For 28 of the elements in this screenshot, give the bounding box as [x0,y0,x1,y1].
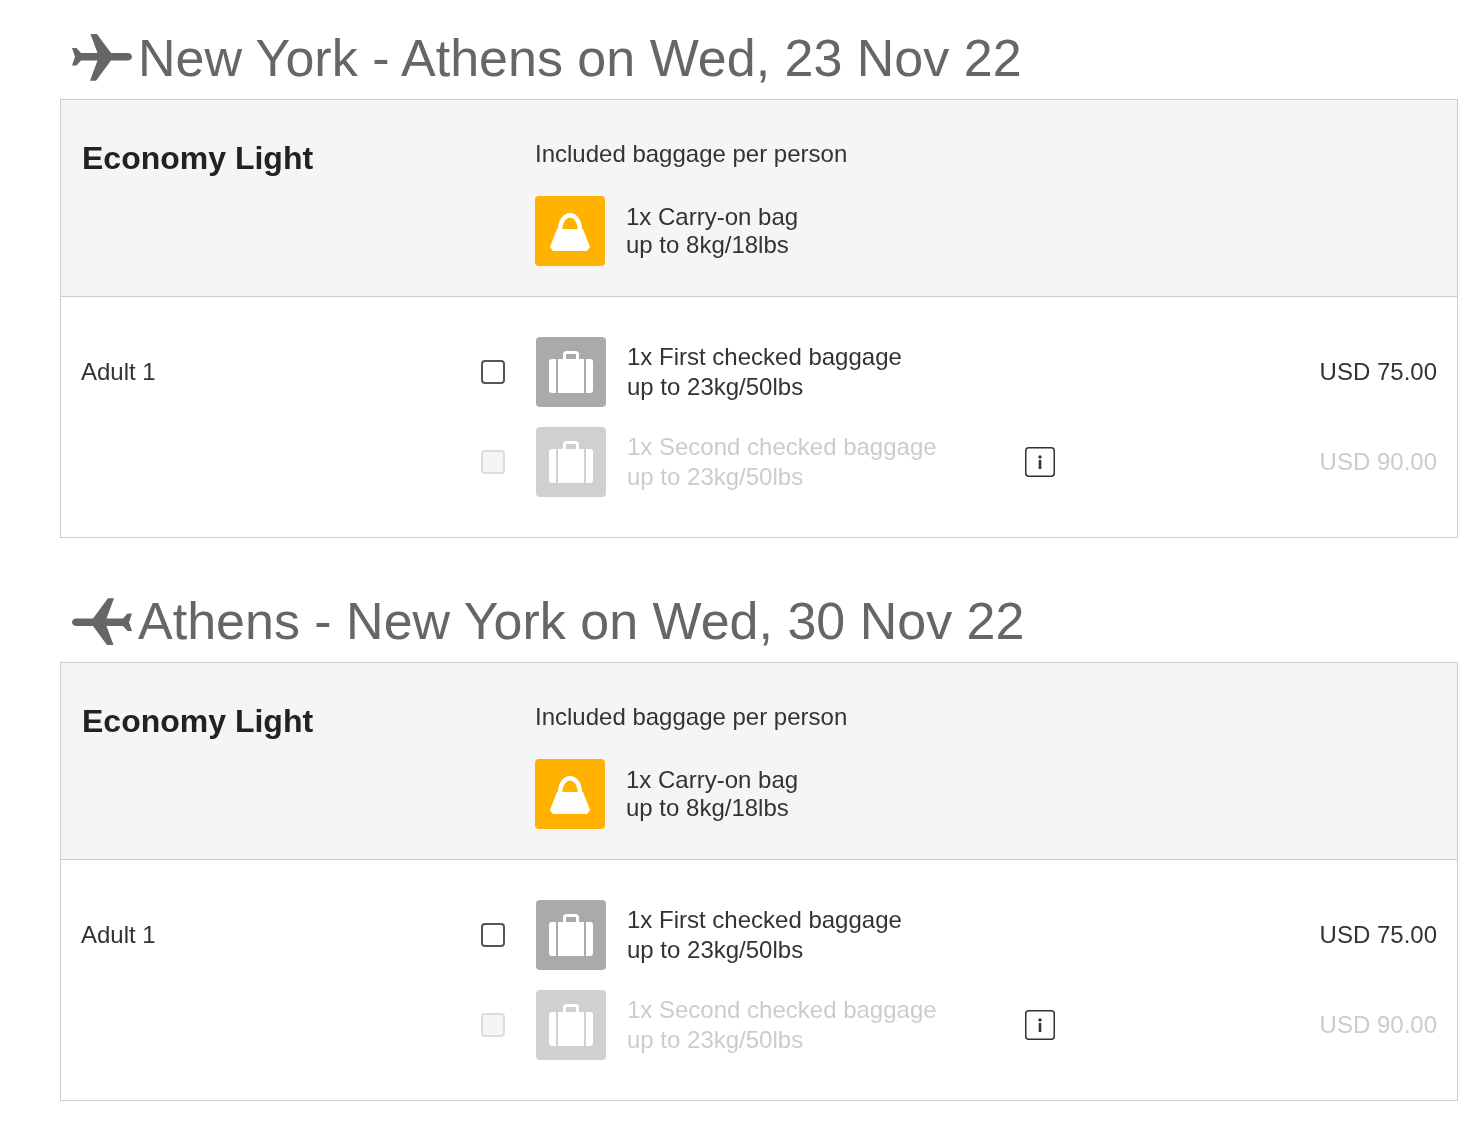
fare-name: Economy Light [82,140,315,176]
baggage-name: 1x First checked baggage [627,342,902,372]
baggage-name: 1x Carry-on bag [626,766,799,794]
suitcase-icon [536,427,606,497]
handbag-icon [535,196,605,266]
passenger-label: Adult 1 [81,921,156,949]
passenger-label: Adult 1 [81,358,156,386]
handbag-icon [535,759,605,829]
baggage-name: 1x First checked baggage [627,905,902,935]
suitcase-icon [536,337,606,407]
baggage-name: 1x Carry-on bag [626,203,799,231]
flight-route-title: Athens - New York on Wed, 30 Nov 22 [138,591,1025,651]
flight-route-title: New York - Athens on Wed, 23 Nov 22 [138,28,1022,88]
baggage-weight-limit: up to 8kg/18lbs [626,794,789,822]
suitcase-icon [536,900,606,970]
baggage-price: USD 75.00 [1319,358,1437,386]
checkbox[interactable] [481,923,505,947]
included-baggage-heading: Included baggage per person [535,140,848,168]
checkbox[interactable] [481,360,505,384]
airplane-icon [72,597,132,645]
included-baggage-heading: Included baggage per person [535,703,848,731]
fare-name: Economy Light [82,703,315,739]
airplane-icon [72,34,132,82]
baggage-weight-limit: up to 8kg/18lbs [626,231,789,259]
baggage-weight-limit: up to 23kg/50lbs [627,935,804,965]
baggage-weight-limit: up to 23kg/50lbs [627,372,804,402]
suitcase-icon [536,990,606,1060]
baggage-price: USD 75.00 [1319,921,1437,949]
